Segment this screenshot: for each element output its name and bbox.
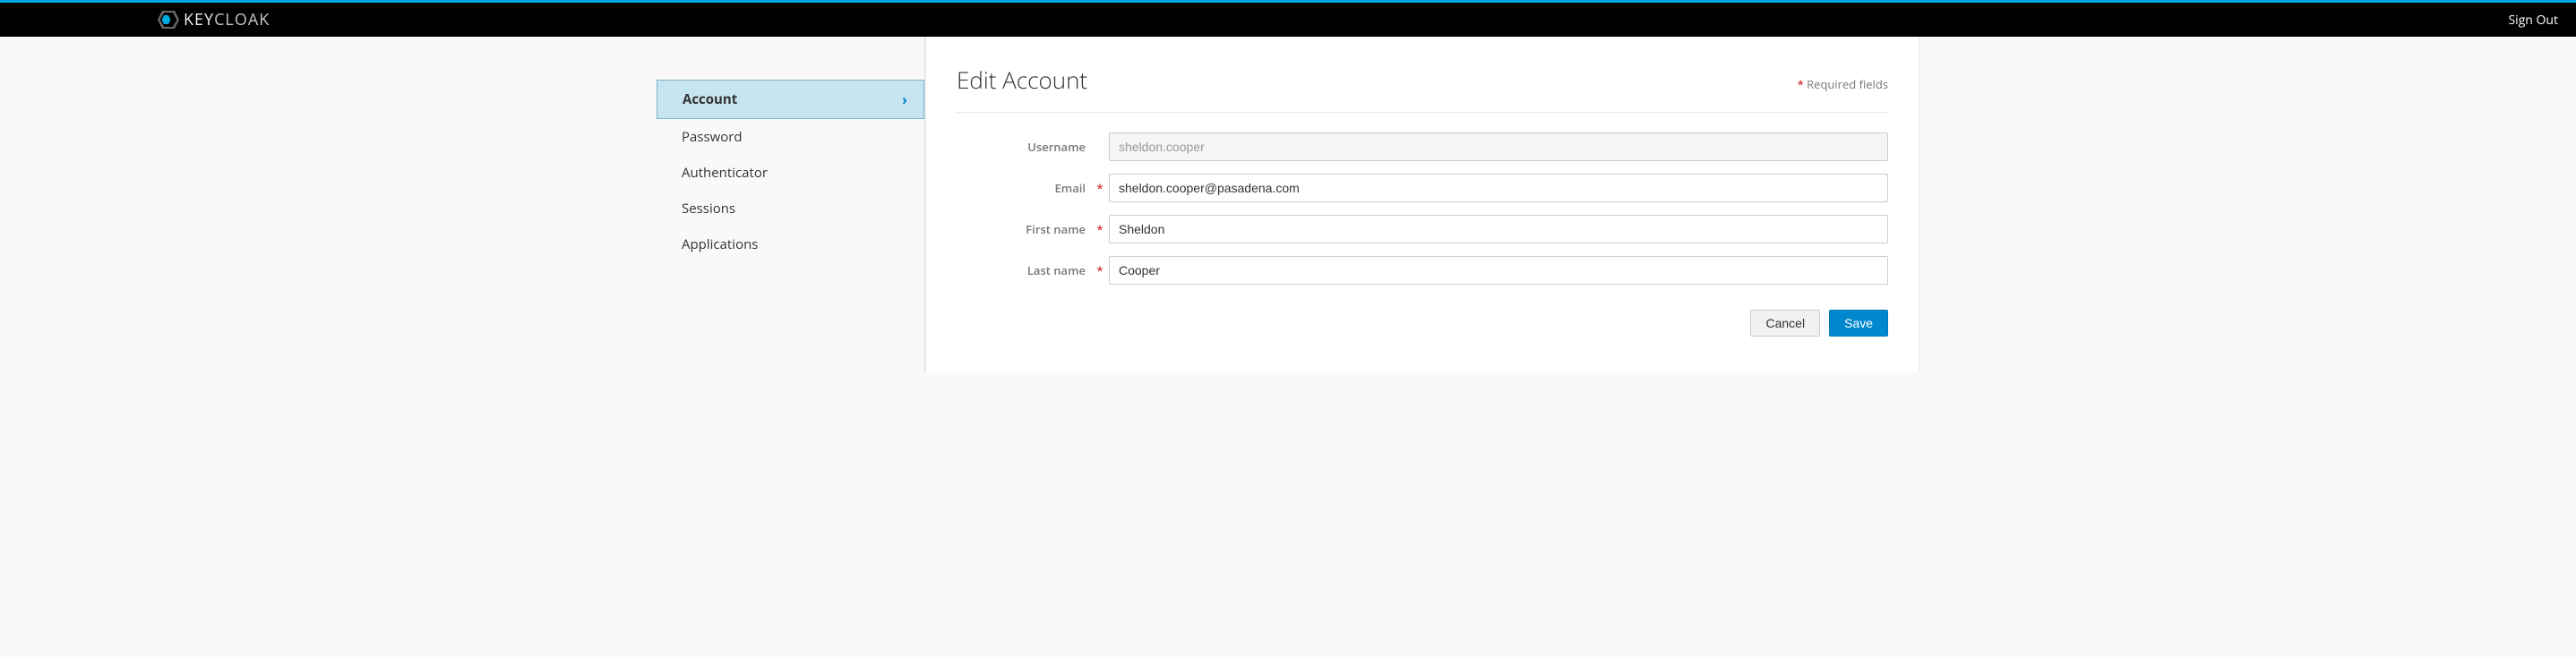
sidebar-item-applications[interactable]: Applications — [657, 226, 924, 262]
sidebar-item-label: Account — [683, 90, 737, 108]
last-name-input[interactable] — [1109, 256, 1888, 285]
sidebar: Account › Password Authenticator Session… — [657, 37, 925, 372]
sign-out-link[interactable]: Sign Out — [2508, 12, 2558, 29]
topbar: KEYCLOAK Sign Out — [0, 3, 2576, 37]
required-marker: * — [1091, 262, 1109, 278]
email-input[interactable] — [1109, 174, 1888, 202]
sidebar-item-password[interactable]: Password — [657, 119, 924, 155]
first-name-input[interactable] — [1109, 215, 1888, 243]
sidebar-item-label: Applications — [682, 235, 758, 253]
sidebar-item-label: Sessions — [682, 200, 735, 218]
main-panel: Edit Account * Required fields Username … — [925, 37, 1919, 372]
chevron-right-icon: › — [902, 90, 907, 109]
cancel-button[interactable]: Cancel — [1750, 310, 1820, 337]
label-first-name: First name — [957, 221, 1091, 237]
sidebar-item-label: Password — [682, 128, 743, 146]
main-header: Edit Account * Required fields — [957, 64, 1888, 113]
form-actions: Cancel Save — [957, 310, 1888, 337]
brand-text: KEYCLOAK — [184, 9, 270, 30]
keycloak-icon — [157, 10, 180, 30]
form-row-email: Email * — [957, 174, 1888, 202]
required-marker: * — [1091, 180, 1109, 196]
sidebar-item-label: Authenticator — [682, 164, 768, 182]
form-row-last-name: Last name * — [957, 256, 1888, 285]
save-button[interactable]: Save — [1829, 310, 1888, 337]
brand-logo[interactable]: KEYCLOAK — [157, 9, 270, 30]
form-row-username: Username — [957, 132, 1888, 161]
label-username: Username — [957, 139, 1091, 155]
sidebar-item-sessions[interactable]: Sessions — [657, 191, 924, 226]
required-fields-note: * Required fields — [1798, 76, 1888, 92]
label-email: Email — [957, 180, 1091, 196]
sidebar-item-account[interactable]: Account › — [657, 80, 924, 119]
required-marker: * — [1091, 221, 1109, 237]
label-last-name: Last name — [957, 262, 1091, 278]
sidebar-item-authenticator[interactable]: Authenticator — [657, 155, 924, 191]
username-input — [1109, 132, 1888, 161]
page-title: Edit Account — [957, 64, 1087, 96]
form-row-first-name: First name * — [957, 215, 1888, 243]
